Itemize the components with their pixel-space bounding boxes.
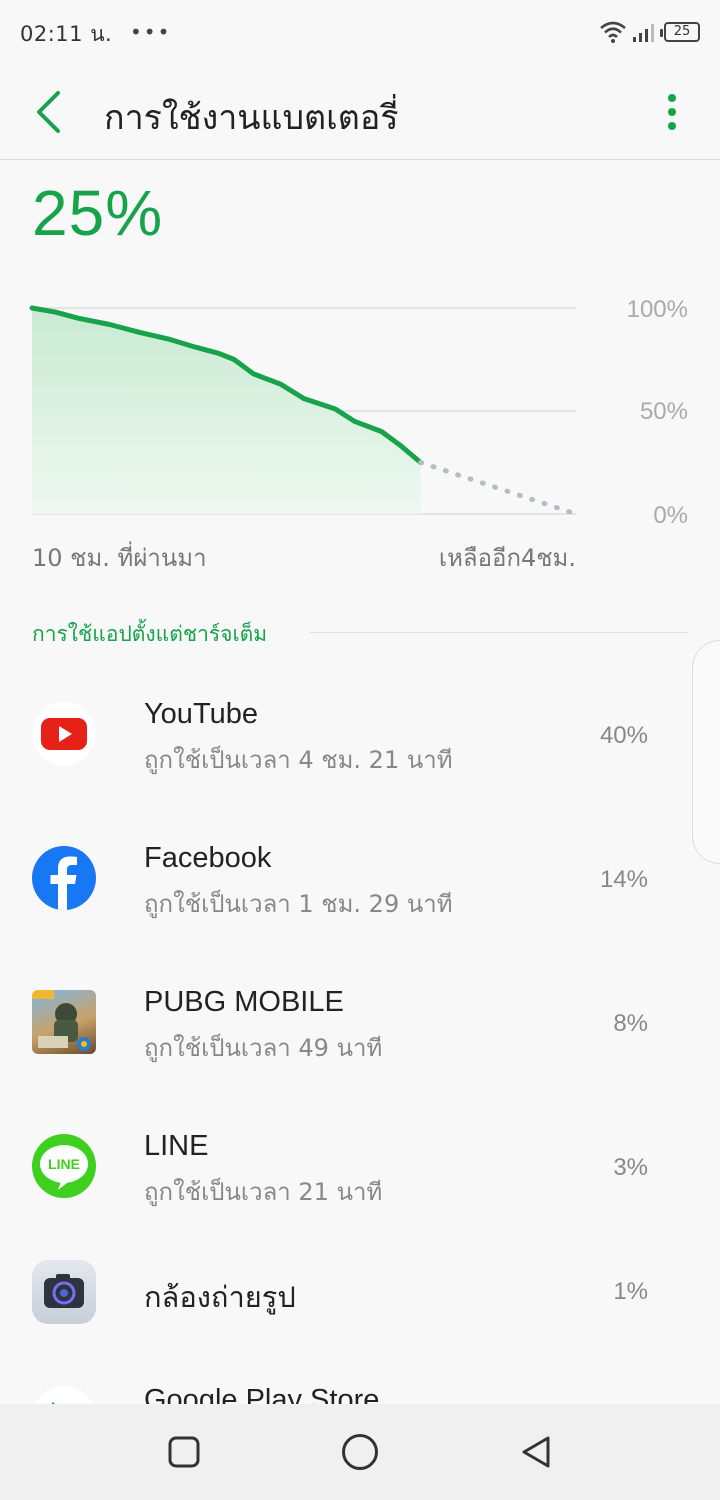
back-button[interactable] [24, 86, 72, 138]
recents-button[interactable] [162, 1430, 206, 1474]
camera-icon [32, 1260, 96, 1324]
pubg-icon [32, 990, 96, 1054]
app-name: YouTube [144, 698, 258, 730]
y-tick-label: 100% [626, 296, 688, 323]
status-time: 02:11 น. [20, 22, 113, 46]
app-name: Facebook [144, 842, 272, 874]
app-usage-percent: 1% [613, 1278, 648, 1305]
home-button[interactable] [338, 1430, 382, 1474]
app-usage-time: ถูกใช้เป็นเวลา 21 นาที [144, 1178, 383, 1206]
app-usage-percent: 8% [613, 1010, 648, 1037]
battery-chart-plot [29, 305, 579, 517]
app-usage-time: ถูกใช้เป็นเวลา 4 ชม. 21 นาที [144, 746, 453, 774]
notification-dots-icon: ••• [130, 20, 172, 44]
recents-square-icon [168, 1436, 200, 1468]
battery-level: 25% [32, 177, 164, 249]
app-bar: การใช้งานแบตเตอรี่ [0, 64, 720, 160]
chevron-left-icon [37, 91, 60, 133]
back-nav-button[interactable] [514, 1430, 558, 1474]
list-item-pubg[interactable]: PUBG MOBILE ถูกใช้เป็นเวลา 49 นาที 8% [0, 952, 720, 1096]
more-options-button[interactable] [660, 88, 684, 136]
status-icons: 25 [600, 18, 700, 46]
page-title: การใช้งานแบตเตอรี่ [104, 98, 399, 138]
battery-prediction-line [418, 460, 579, 517]
app-name: LINE [144, 1130, 209, 1162]
app-usage-time: ถูกใช้เป็นเวลา 49 นาที [144, 1034, 383, 1062]
line-icon-text: LINE [48, 1156, 80, 1172]
youtube-icon [32, 702, 96, 766]
battery-number: 25 [673, 24, 691, 39]
line-icon: LINE [32, 1134, 96, 1198]
x-label-left: 10 ชม. ที่ผ่านมา [32, 544, 207, 572]
app-usage-percent: 3% [613, 1154, 648, 1181]
app-usage-percent: 40% [599, 722, 648, 749]
facebook-icon [32, 846, 96, 910]
app-name: PUBG MOBILE [144, 986, 344, 1018]
section-header: การใช้แอปตั้งแต่ชาร์จเต็ม [32, 622, 268, 646]
list-item-line[interactable]: LINE LINE ถูกใช้เป็นเวลา 21 นาที 3% [0, 1096, 720, 1240]
section-divider [310, 632, 688, 633]
wifi-icon [600, 21, 626, 43]
app-usage-percent: 14% [599, 866, 648, 893]
status-bar: 02:11 น. ••• 25 [0, 0, 720, 64]
home-circle-icon [342, 1434, 378, 1470]
y-tick-label: 0% [653, 502, 688, 529]
y-tick-label: 50% [639, 398, 688, 425]
battery-chart: 100% 50% 0% 10 ชม. ที่ผ่านมา เหลืออีก4ชม… [0, 280, 720, 590]
list-item-youtube[interactable]: YouTube ถูกใช้เป็นเวลา 4 ชม. 21 นาที 40% [0, 664, 720, 808]
list-item-facebook[interactable]: Facebook ถูกใช้เป็นเวลา 1 ชม. 29 นาที 14… [0, 808, 720, 952]
back-triangle-icon [522, 1436, 550, 1468]
app-name: กล้องถ่ายรูป [144, 1282, 296, 1314]
navigation-bar [0, 1404, 720, 1500]
x-label-right: เหลืออีก4ชม. [438, 544, 576, 572]
list-item-camera[interactable]: กล้องถ่ายรูป 1% [0, 1240, 720, 1384]
more-vertical-icon [668, 94, 676, 102]
signal-icon [633, 24, 654, 42]
battery-icon: 25 [660, 22, 700, 42]
app-usage-time: ถูกใช้เป็นเวลา 1 ชม. 29 นาที [144, 890, 453, 918]
